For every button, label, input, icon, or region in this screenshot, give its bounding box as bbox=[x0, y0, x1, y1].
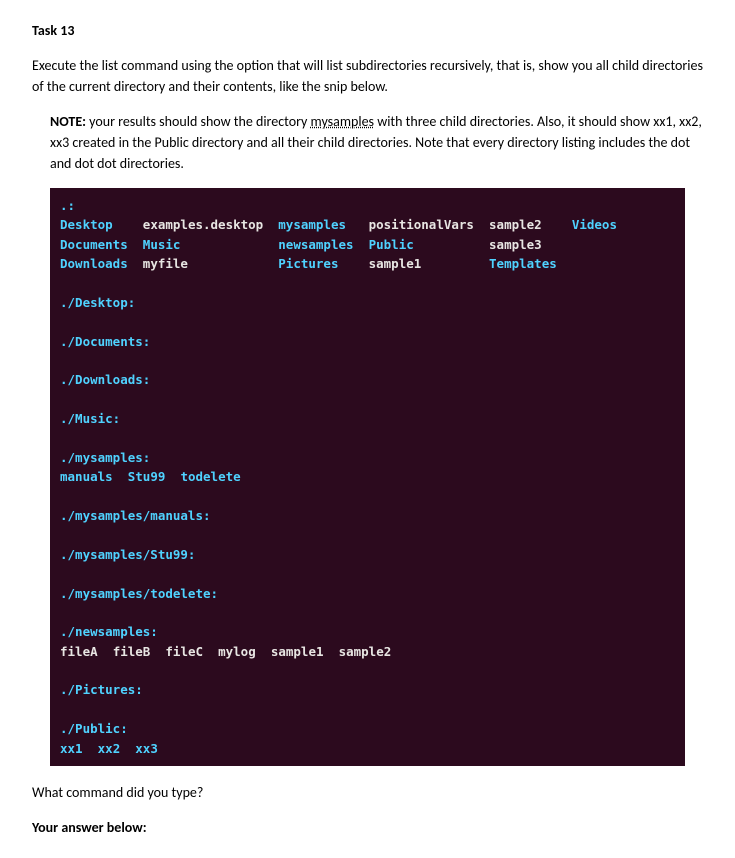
dir-pictures: Pictures bbox=[278, 256, 338, 271]
dir-downloads: Downloads bbox=[60, 256, 128, 271]
newsamples-header: ./newsamples: bbox=[60, 624, 158, 639]
task-title: Task 13 bbox=[32, 20, 703, 41]
dir-xx3: xx3 bbox=[135, 741, 158, 756]
dir-public: Public bbox=[369, 237, 414, 252]
pictures-header: ./Pictures: bbox=[60, 682, 143, 697]
dir-music: Music bbox=[143, 237, 181, 252]
file-sample1: sample1 bbox=[369, 256, 422, 271]
documents-header: ./Documents: bbox=[60, 334, 150, 349]
dir-templates: Templates bbox=[489, 256, 557, 271]
dir-mysamples: mysamples bbox=[278, 217, 346, 232]
task-instruction: Execute the list command using the optio… bbox=[32, 55, 703, 97]
terminal-output: .: Desktop examples.desktop mysamples po… bbox=[50, 188, 685, 766]
file-sample2b: sample2 bbox=[339, 644, 392, 659]
dir-manuals: manuals bbox=[60, 469, 113, 484]
root-header: .: bbox=[60, 198, 75, 213]
mysamples-manuals-header: ./mysamples/manuals: bbox=[60, 508, 211, 523]
file-examples-desktop: examples.desktop bbox=[143, 217, 263, 232]
file-mylog: mylog bbox=[218, 644, 256, 659]
desktop-header: ./Desktop: bbox=[60, 295, 135, 310]
file-filec: fileC bbox=[165, 644, 203, 659]
dir-documents: Documents bbox=[60, 237, 128, 252]
dir-videos: Videos bbox=[572, 217, 617, 232]
note-label: NOTE: bbox=[50, 113, 86, 130]
mysamples-header: ./mysamples: bbox=[60, 450, 150, 465]
public-header: ./Public: bbox=[60, 721, 128, 736]
task-note: NOTE: your results should show the direc… bbox=[50, 111, 703, 174]
file-sample3: sample3 bbox=[489, 237, 542, 252]
dir-xx2: xx2 bbox=[98, 741, 121, 756]
note-text-1: your results should show the directory bbox=[86, 113, 311, 130]
dir-xx1: xx1 bbox=[60, 741, 83, 756]
downloads-header: ./Downloads: bbox=[60, 372, 150, 387]
file-filea: fileA bbox=[60, 644, 98, 659]
music-header: ./Music: bbox=[60, 411, 120, 426]
question-text: What command did you type? bbox=[32, 782, 703, 803]
file-sample1b: sample1 bbox=[271, 644, 324, 659]
note-underlined-word: mysamples bbox=[311, 113, 375, 130]
file-sample2: sample2 bbox=[489, 217, 542, 232]
file-myfile: myfile bbox=[143, 256, 188, 271]
mysamples-stu99-header: ./mysamples/Stu99: bbox=[60, 547, 195, 562]
dir-stu99: Stu99 bbox=[128, 469, 166, 484]
mysamples-todelete-header: ./mysamples/todelete: bbox=[60, 586, 218, 601]
dir-todelete: todelete bbox=[180, 469, 240, 484]
answer-label: Your answer below: bbox=[32, 817, 703, 838]
file-positionalvars: positionalVars bbox=[369, 217, 474, 232]
dir-desktop: Desktop bbox=[60, 217, 113, 232]
dir-newsamples: newsamples bbox=[278, 237, 353, 252]
file-fileb: fileB bbox=[113, 644, 151, 659]
